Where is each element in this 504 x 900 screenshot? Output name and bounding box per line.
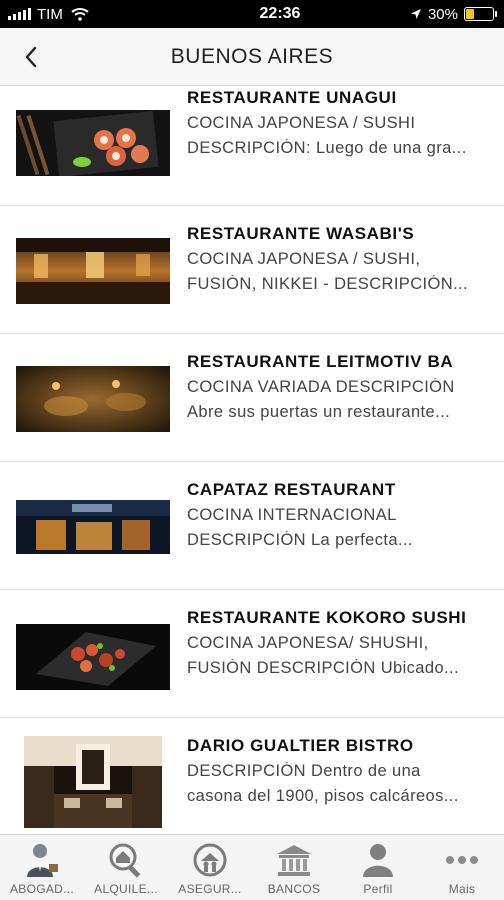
- battery-icon: [464, 7, 497, 21]
- restaurant-description: casona del 1900, pisos calcáreos...: [187, 787, 459, 805]
- list-item[interactable]: DARIO GUALTIER BISTRO DESCRIPCIÓN Dentro…: [0, 718, 504, 834]
- restaurant-cuisine: COCINA JAPONESA/ SHUSHI,: [187, 634, 429, 652]
- tab-perfil[interactable]: Perfil: [336, 835, 420, 900]
- insurance-icon: [193, 843, 227, 877]
- restaurant-cuisine: COCINA JAPONESA / SUSHI: [187, 114, 416, 132]
- restaurant-cuisine: DESCRIPCIÓN Dentro de una: [187, 762, 421, 780]
- restaurant-description: DESCRIPCIÓN La perfecta...: [187, 531, 413, 549]
- restaurant-name: RESTAURANTE LEITMOTIV BA: [187, 352, 454, 371]
- tab-bar: ABOGAD... ALQUILE... ASEGUR... BANCOS Pe…: [0, 834, 504, 900]
- tab-aseguradoras[interactable]: ASEGUR...: [168, 835, 252, 900]
- house-search-icon: [109, 843, 141, 878]
- restaurant-cuisine: COCINA INTERNACIONAL: [187, 506, 397, 524]
- restaurant-photo: [24, 736, 162, 828]
- back-button[interactable]: [14, 40, 48, 74]
- more-icon: [446, 856, 478, 864]
- tab-mais[interactable]: Mais: [420, 835, 504, 900]
- restaurant-list: RESTAURANTE UNAGUI COCINA JAPONESA / SUS…: [0, 86, 504, 834]
- tab-label: ALQUILE...: [94, 882, 158, 896]
- restaurant-photo: [16, 500, 170, 554]
- restaurant-cuisine: COCINA JAPONESA / SUSHI,: [187, 250, 421, 268]
- tab-abogados[interactable]: ABOGAD...: [0, 835, 84, 900]
- tab-label: Perfil: [363, 882, 393, 896]
- wifi-icon: [71, 8, 89, 21]
- restaurant-description: DESCRIPCIÓN: Luego de una gra...: [187, 139, 467, 157]
- list-item[interactable]: RESTAURANTE UNAGUI COCINA JAPONESA / SUS…: [0, 86, 504, 206]
- status-bar: TIM 22:36 30%: [0, 0, 504, 28]
- list-item[interactable]: RESTAURANTE LEITMOTIV BA COCINA VARIADA …: [0, 334, 504, 462]
- navigation-bar: BUENOS AIRES: [0, 28, 504, 86]
- tab-label: Mais: [448, 882, 476, 896]
- list-item[interactable]: CAPATAZ RESTAURANT COCINA INTERNACIONAL …: [0, 462, 504, 590]
- restaurant-photo: [16, 624, 170, 690]
- lawyer-icon: [27, 844, 58, 877]
- tab-bancos[interactable]: BANCOS: [252, 835, 336, 900]
- signal-icon: [8, 8, 31, 20]
- tab-alquileres[interactable]: ALQUILE...: [84, 835, 168, 900]
- restaurant-name: RESTAURANTE KOKORO SUSHI: [187, 608, 467, 627]
- bank-icon: [277, 845, 311, 876]
- restaurant-cuisine: COCINA VARIADA DESCRIPCIÓN: [187, 378, 455, 396]
- restaurant-name: RESTAURANTE UNAGUI: [187, 88, 397, 107]
- carrier-label: TIM: [37, 5, 63, 23]
- tab-label: BANCOS: [267, 882, 321, 896]
- location-arrow-icon: [410, 9, 421, 19]
- restaurant-description: FUSIÓN, NIKKEI - DESCRIPCIÓN...: [187, 275, 469, 293]
- profile-icon: [363, 844, 393, 877]
- list-item[interactable]: RESTAURANTE WASABI'S COCINA JAPONESA / S…: [0, 206, 504, 334]
- clock: 22:36: [259, 5, 301, 22]
- chevron-left-icon: [25, 46, 37, 68]
- restaurant-photo: [16, 110, 170, 176]
- page-title: BUENOS AIRES: [170, 44, 334, 68]
- restaurant-name: CAPATAZ RESTAURANT: [187, 480, 396, 499]
- restaurant-photo: [16, 366, 170, 432]
- restaurant-name: DARIO GUALTIER BISTRO: [187, 736, 414, 755]
- tab-label: ASEGUR...: [178, 882, 242, 896]
- battery-percent: 30%: [427, 5, 458, 23]
- restaurant-description: Abre sus puertas un restaurante...: [187, 403, 451, 421]
- restaurant-name: RESTAURANTE WASABI'S: [187, 224, 415, 243]
- list-item[interactable]: RESTAURANTE KOKORO SUSHI COCINA JAPONESA…: [0, 590, 504, 718]
- restaurant-description: FUSIÓN DESCRIPCIÓN Ubicado...: [187, 659, 459, 677]
- tab-label: ABOGAD...: [9, 882, 75, 896]
- restaurant-photo: [16, 238, 170, 304]
